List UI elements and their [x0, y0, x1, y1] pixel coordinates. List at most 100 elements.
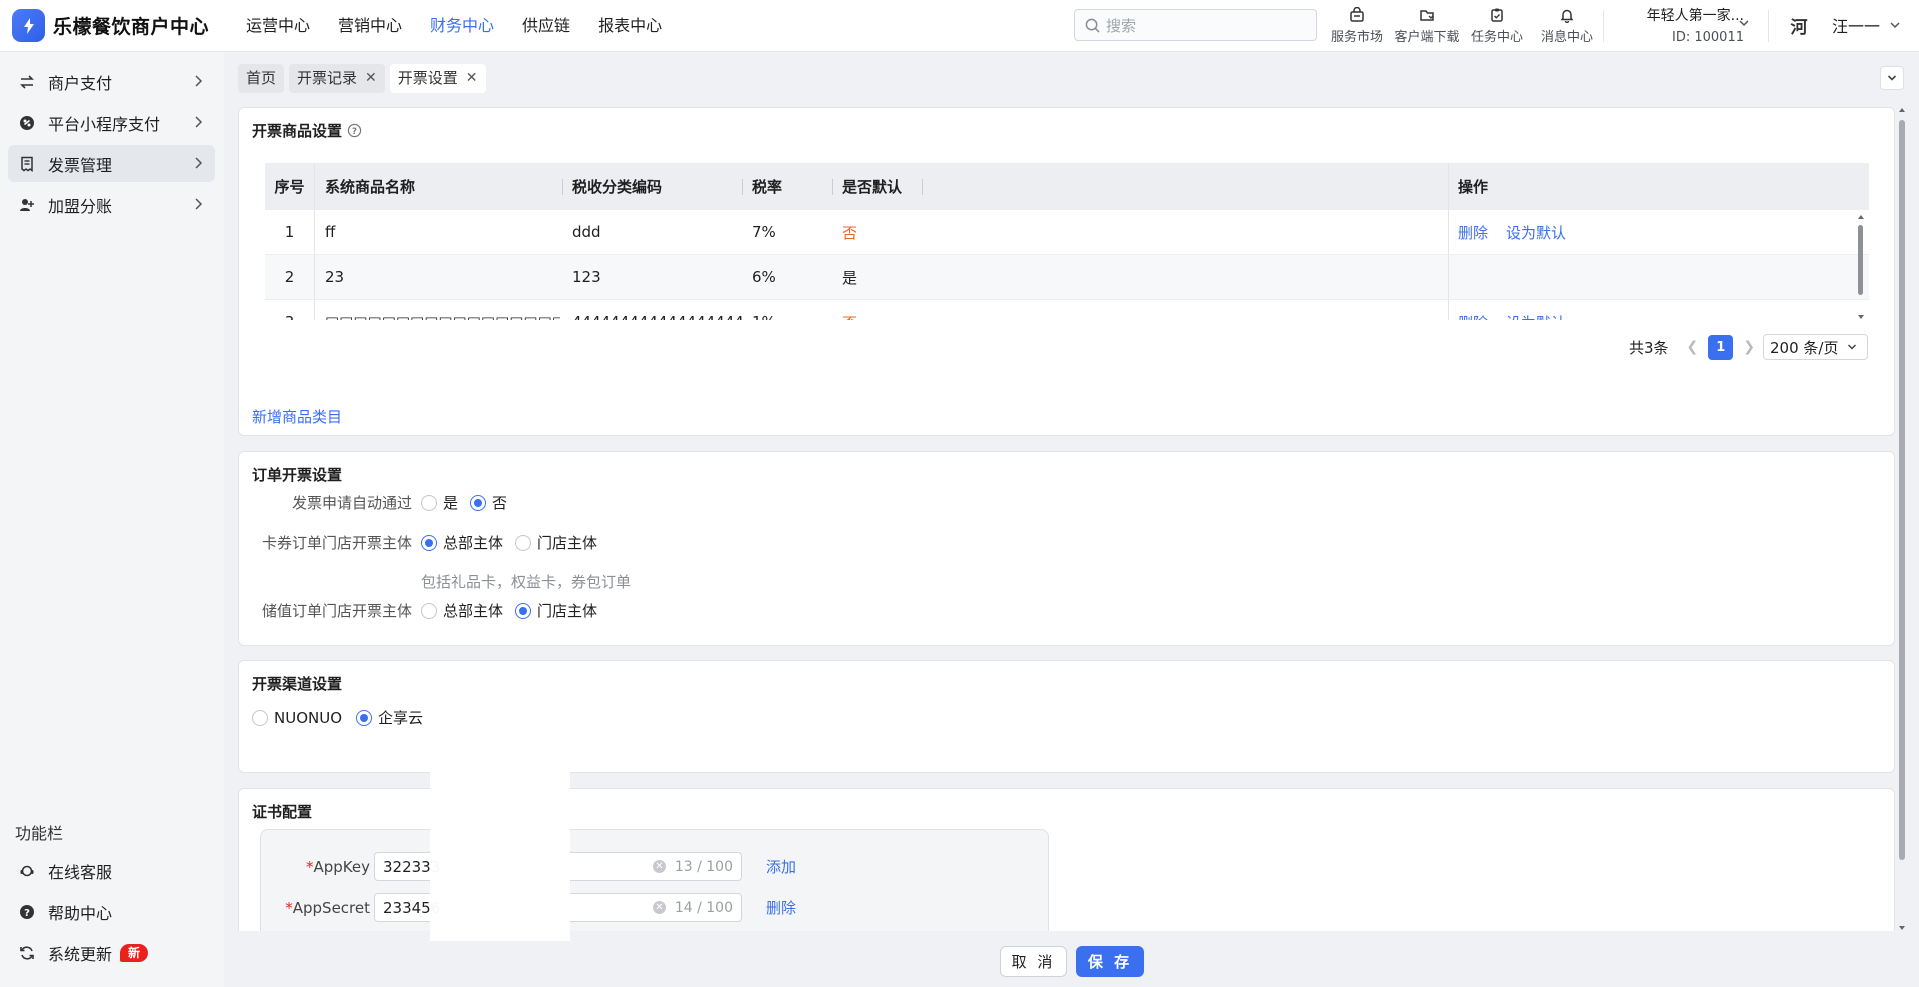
sidebar-item-miniprogram-pay[interactable]: 平台小程序支付 — [8, 104, 215, 141]
search-icon — [1085, 18, 1100, 33]
nav-finance[interactable]: 财务中心 — [430, 0, 494, 52]
tool-message-center[interactable]: 消息中心 — [1532, 4, 1602, 45]
tab-invoice-records[interactable]: 开票记录 ✕ — [289, 64, 385, 93]
cell-default: 是 — [842, 268, 858, 287]
brand-logo-icon — [12, 9, 45, 42]
sidebar-item-label: 系统更新 — [48, 944, 113, 964]
table-header: 序号 系统商品名称 税收分类编码 税率 是否默认 操作 — [265, 163, 1869, 210]
question-circle-icon[interactable]: ? — [347, 123, 362, 138]
brand[interactable]: 乐檬餐饮商户中心 — [12, 9, 209, 42]
radio-channel-nuonuo[interactable]: NUONUO — [252, 709, 342, 727]
page-number-current[interactable]: 1 — [1708, 334, 1734, 360]
radio-auto-pass-yes[interactable]: 是 — [421, 492, 458, 513]
next-page-icon[interactable]: ❯ — [1743, 339, 1755, 355]
add-link[interactable]: 添加 — [766, 856, 796, 877]
col-header-no: 序号 — [265, 163, 315, 210]
page-size-select[interactable]: 200 条/页 — [1763, 334, 1868, 360]
tab-home[interactable]: 首页 — [238, 64, 285, 93]
tabs-collapse-button[interactable] — [1880, 66, 1904, 90]
cell-ops: 删除 设为默认 — [1448, 210, 1634, 254]
close-icon[interactable]: ✕ — [466, 64, 478, 93]
radio-dot — [356, 709, 373, 726]
table-scrollbar[interactable] — [1857, 213, 1865, 323]
tool-service-market[interactable]: 服务市场 — [1322, 4, 1392, 45]
chevron-down-icon — [1890, 22, 1900, 29]
scroll-up-icon[interactable] — [1898, 106, 1906, 114]
tool-task-center[interactable]: 任务中心 — [1462, 4, 1532, 45]
sidebar-item-system-update[interactable]: 系统更新 新 — [8, 934, 215, 971]
cert-label-text: AppKey — [313, 857, 371, 876]
nav-operations[interactable]: 运营中心 — [246, 0, 310, 52]
exchange-icon — [17, 72, 37, 92]
delete-link[interactable]: 删除 — [766, 897, 796, 918]
section-title-text: 开票商品设置 — [252, 122, 343, 140]
pagination-total: 共3条 — [1628, 338, 1669, 357]
add-goods-category-link[interactable]: 新增商品类目 — [252, 406, 342, 427]
refresh-icon — [17, 943, 37, 963]
col-header-default: 是否默认 — [842, 178, 903, 196]
tool-bar: 服务市场 客户端下载 任务中心 消息中心 — [1322, 4, 1602, 45]
tool-label: 任务中心 — [1470, 30, 1523, 45]
radio-channel-qixiangyun[interactable]: 企享云 — [356, 707, 423, 728]
bell-icon — [1532, 4, 1602, 26]
delete-link[interactable]: 删除 — [1458, 222, 1488, 243]
user-name: 汪一一 — [1832, 17, 1881, 36]
scrollbar-thumb[interactable] — [1858, 225, 1863, 295]
sidebar-item-merchant-pay[interactable]: 商户支付 — [8, 63, 215, 100]
scrollbar-thumb[interactable] — [1899, 120, 1905, 860]
cell-code: 4444444444444444444 — [572, 300, 742, 320]
sidebar-item-label: 平台小程序支付 — [48, 114, 161, 134]
store-switcher[interactable]: 年轻人第一家... ID: 100011 — [1618, 5, 1744, 49]
page-scrollbar[interactable] — [1896, 106, 1908, 936]
section-title: 证书配置 — [252, 803, 313, 821]
save-button[interactable]: 保 存 — [1076, 946, 1144, 977]
close-icon[interactable]: ✕ — [365, 64, 377, 93]
nav-marketing[interactable]: 营销中心 — [338, 0, 402, 52]
delete-link[interactable]: 删除 — [1458, 312, 1488, 321]
chevron-down-icon — [1848, 344, 1857, 350]
radio-stored-store[interactable]: 门店主体 — [515, 600, 597, 621]
nav-supply-chain[interactable]: 供应链 — [522, 0, 570, 52]
cell-no: 2 — [265, 255, 315, 299]
tab-invoice-settings[interactable]: 开票设置 ✕ — [389, 64, 486, 93]
scroll-down-icon[interactable] — [1898, 924, 1906, 932]
scroll-up-icon[interactable] — [1857, 213, 1865, 221]
radio-label: 是 — [443, 494, 459, 512]
tool-label: 服务市场 — [1330, 30, 1383, 45]
order-settings-card: 订单开票设置 发票申请自动通过 是 否 卡券订单门店开票主体 总部主体 门店主体… — [238, 451, 1895, 646]
prev-page-icon[interactable]: ❮ — [1687, 339, 1699, 355]
set-default-link[interactable]: 设为默认 — [1506, 312, 1566, 321]
card-subject-hint: 包括礼品卡，权益卡，券包订单 — [421, 573, 632, 591]
radio-card-hq[interactable]: 总部主体 — [421, 532, 503, 553]
sidebar-item-franchise-split[interactable]: 加盟分账 — [8, 186, 215, 223]
table-body[interactable]: 1 ff ddd 7% 否 删除 设为默认 2 23 123 6% 是 — [265, 210, 1869, 320]
form-label: 卡券订单门店开票主体 — [261, 534, 412, 552]
stored-subject-row: 储值订单门店开票主体 总部主体 门店主体 — [239, 600, 609, 621]
download-icon — [1392, 4, 1462, 26]
radio-card-store[interactable]: 门店主体 — [515, 532, 597, 553]
tool-client-download[interactable]: 客户端下载 — [1392, 4, 1462, 45]
sidebar-item-help-center[interactable]: ? 帮助中心 — [8, 893, 215, 930]
form-label: 储值订单门店开票主体 — [261, 602, 412, 620]
clear-icon[interactable]: ✕ — [653, 860, 666, 873]
sidebar-item-invoice[interactable]: 发票管理 — [8, 145, 215, 182]
divider — [1603, 10, 1604, 42]
clear-icon[interactable]: ✕ — [653, 901, 666, 914]
radio-auto-pass-no[interactable]: 否 — [470, 492, 507, 513]
task-icon — [1462, 4, 1532, 26]
cell-default: 否 — [842, 223, 858, 242]
user-menu[interactable]: 河 汪一一 — [1786, 12, 1902, 38]
radio-dot — [421, 602, 437, 619]
chevron-down-icon[interactable] — [1737, 16, 1751, 30]
char-count: 14 / 100 — [674, 899, 733, 916]
redaction-mask — [430, 741, 570, 946]
nav-reports[interactable]: 报表中心 — [598, 0, 662, 52]
radio-stored-hq[interactable]: 总部主体 — [421, 600, 503, 621]
sidebar-item-online-service[interactable]: 在线客服 — [8, 852, 215, 889]
page-tabs: 首页 开票记录 ✕ 开票设置 ✕ — [238, 64, 491, 93]
set-default-link[interactable]: 设为默认 — [1506, 222, 1566, 243]
radio-dot — [252, 709, 268, 726]
scroll-down-icon[interactable] — [1857, 313, 1865, 321]
cancel-button[interactable]: 取 消 — [1000, 946, 1067, 977]
search-input[interactable]: 搜索 — [1074, 9, 1317, 41]
